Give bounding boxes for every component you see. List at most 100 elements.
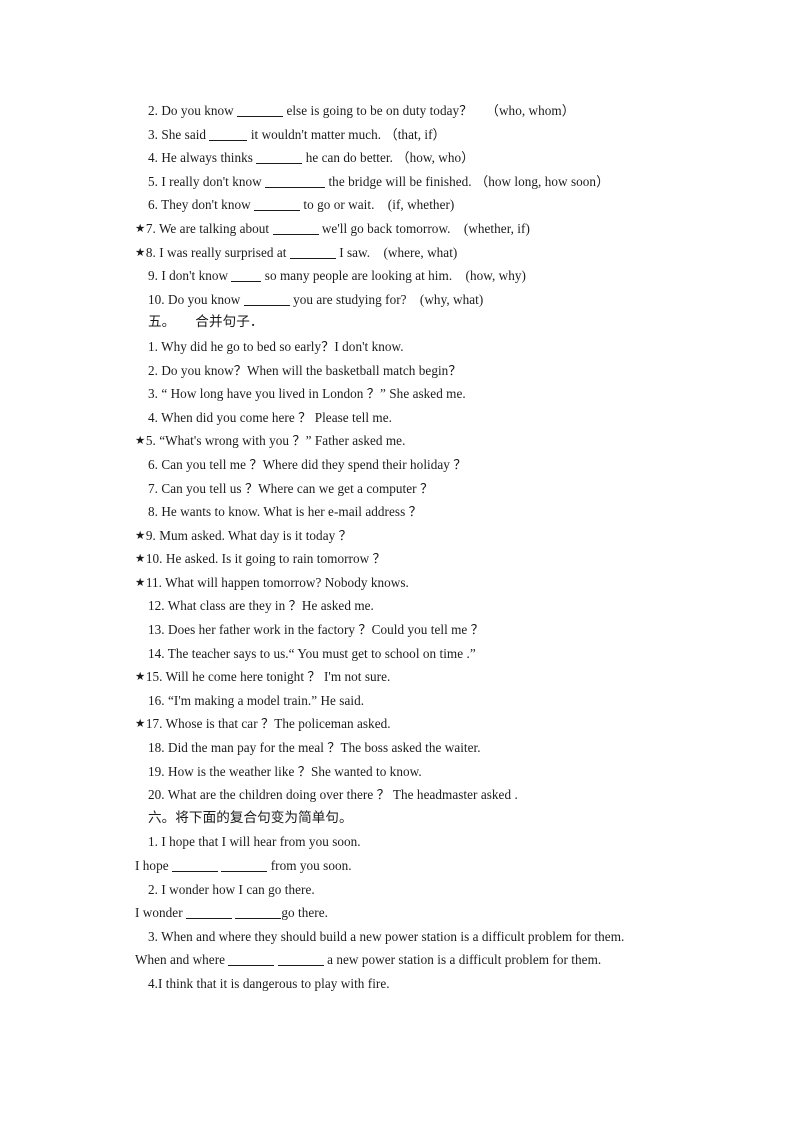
exercise-item: ★8. I was really surprised at I saw. (wh…	[135, 241, 695, 265]
item-number: 9.	[148, 268, 158, 284]
section-six-title: 六。将下面的复合句变为简单句。	[148, 809, 353, 826]
item-prompt: 4.I think that it is dangerous to play w…	[148, 975, 390, 991]
item-number: 11.	[145, 574, 163, 590]
exercise-item: 6. They don't know to go or wait. (if, w…	[135, 193, 695, 217]
section-four-items: 2. Do you know else is going to be on du…	[135, 99, 695, 311]
item-number: 2.	[148, 103, 158, 118]
answer-blank[interactable]	[254, 198, 301, 212]
item-text: Do you know？When will the basketball mat…	[161, 362, 462, 378]
item-text-pre: She said	[161, 126, 207, 142]
answer-text-post: from you soon.	[270, 858, 352, 873]
answer-blank[interactable]	[265, 175, 326, 188]
star-icon: ★	[135, 716, 146, 731]
answer-blank[interactable]	[221, 859, 268, 872]
answer-line: I wonder go there.	[135, 901, 695, 925]
item-text-pre: They don't know	[161, 197, 251, 213]
item-text-post: you are studying for?	[293, 291, 407, 307]
star-icon: ★	[135, 220, 146, 235]
item-options: （how, who）	[396, 150, 475, 166]
item-number: 5.	[145, 433, 156, 449]
item-number: 18.	[148, 740, 165, 756]
item-number: 7.	[148, 480, 158, 496]
answer-blank[interactable]	[235, 906, 282, 920]
item-text: What class are they in ？He asked me.	[167, 598, 374, 614]
item-number: 10.	[148, 291, 165, 307]
answer-blank[interactable]	[237, 104, 284, 117]
item-number: 3.	[148, 386, 158, 402]
exercise-item: 12. What class are they in ？He asked me.	[135, 594, 695, 618]
item-text: When did you come here ？ Please tell me.	[161, 409, 392, 425]
answer-blank[interactable]	[186, 906, 232, 920]
exercise-item: 1. Why did he go to bed so early？I don't…	[135, 335, 695, 359]
answer-line: I hope from you soon.	[135, 854, 695, 878]
answer-blank[interactable]	[272, 222, 319, 235]
item-text: Will he come here tonight ？ I'm not sure…	[165, 669, 391, 685]
item-number: 2.	[148, 881, 158, 897]
item-text: “I'm making a model train.” He said.	[168, 692, 365, 708]
answer-text-pre: I wonder	[135, 905, 183, 921]
item-number: 3.	[148, 126, 158, 142]
item-prompt: I wonder how I can go there.	[161, 881, 315, 897]
answer-blank[interactable]	[209, 128, 248, 141]
exercise-item: 8. He wants to know. What is her e-mail …	[135, 500, 695, 524]
item-text: “What's wrong with you ？” Father asked m…	[159, 433, 406, 449]
item-number: 10.	[145, 551, 163, 567]
exercise-item: ★10. He asked. Is it going to rain tomor…	[135, 547, 695, 571]
item-text-pre: He always thinks	[161, 150, 253, 166]
answer-blank[interactable]	[243, 293, 290, 306]
item-number: 8.	[145, 244, 156, 260]
section-six-items: 1. I hope that I will hear from you soon…	[135, 830, 695, 995]
answer-blank[interactable]	[171, 859, 218, 872]
item-options: （who, whom）	[485, 103, 575, 118]
item-text-pre: We are talking about	[158, 220, 270, 236]
exercise-item: 18. Did the man pay for the meal ？The bo…	[135, 736, 695, 760]
answer-blank[interactable]	[256, 151, 303, 165]
exercise-item: ★17. Whose is that car ？The policeman as…	[135, 712, 695, 736]
item-text-pre: Do you know	[168, 291, 241, 307]
answer-text-post: go there.	[281, 905, 328, 921]
exercise-item: 9. I don't know so many people are looki…	[135, 264, 695, 288]
answer-blank[interactable]	[277, 953, 324, 967]
exercise-item: 2. I wonder how I can go there.	[135, 878, 695, 902]
item-number: 19.	[148, 763, 165, 779]
exercise-item: 3. She said it wouldn't matter much. （th…	[135, 123, 695, 147]
item-text: Mum asked. What day is it today ？	[159, 527, 352, 543]
answer-line: When and where a new power station is a …	[135, 948, 695, 972]
exercise-item: 16. “I'm making a model train.” He said.	[135, 689, 695, 713]
item-text-post: to go or wait.	[303, 197, 375, 213]
worksheet-page: 2. Do you know else is going to be on du…	[0, 0, 794, 1122]
item-text-pre: Do you know	[161, 103, 234, 118]
item-text-post: the bridge will be finished.	[328, 173, 472, 189]
answer-text-pre: I hope	[135, 858, 169, 873]
item-text: What will happen tomorrow? Nobody knows.	[165, 574, 409, 590]
exercise-item: ★9. Mum asked. What day is it today ？	[135, 524, 695, 548]
item-text-post: I saw.	[339, 244, 371, 260]
exercise-item: 10. Do you know you are studying for? (w…	[135, 288, 695, 312]
item-number: 4.	[148, 150, 158, 166]
exercise-item: 3. “ How long have you lived in London ？…	[135, 382, 695, 406]
item-text: He wants to know. What is her e-mail add…	[161, 504, 422, 520]
answer-blank[interactable]	[228, 953, 275, 967]
answer-blank[interactable]	[289, 246, 336, 259]
item-number: 17.	[145, 716, 163, 732]
exercise-item: ★15. Will he come here tonight ？ I'm not…	[135, 665, 695, 689]
item-number: 9.	[145, 527, 156, 543]
worksheet-body: 2. Do you know else is going to be on du…	[135, 99, 695, 996]
item-number: 5.	[148, 173, 158, 189]
exercise-item: 4. He always thinks he can do better. （h…	[135, 146, 695, 170]
item-number: 12.	[148, 598, 165, 614]
exercise-item: 2. Do you know else is going to be on du…	[135, 99, 695, 123]
item-options: (if, whether)	[387, 197, 455, 213]
star-icon: ★	[135, 244, 146, 259]
item-prompt: When and where they should build a new p…	[161, 928, 625, 944]
answer-blank[interactable]	[231, 269, 262, 283]
answer-text-post: a new power station is a difficult probl…	[327, 952, 602, 968]
exercise-item: 5. I really don't know the bridge will b…	[135, 170, 695, 194]
item-text-pre: I really don't know	[161, 173, 262, 189]
exercise-item: 4.I think that it is dangerous to play w…	[135, 972, 695, 996]
exercise-item: 1. I hope that I will hear from you soon…	[135, 830, 695, 854]
item-number: 1.	[148, 834, 158, 850]
item-text-post: else is going to be on duty today？	[286, 103, 473, 118]
item-number: 20.	[148, 787, 165, 803]
star-icon: ★	[135, 669, 146, 684]
